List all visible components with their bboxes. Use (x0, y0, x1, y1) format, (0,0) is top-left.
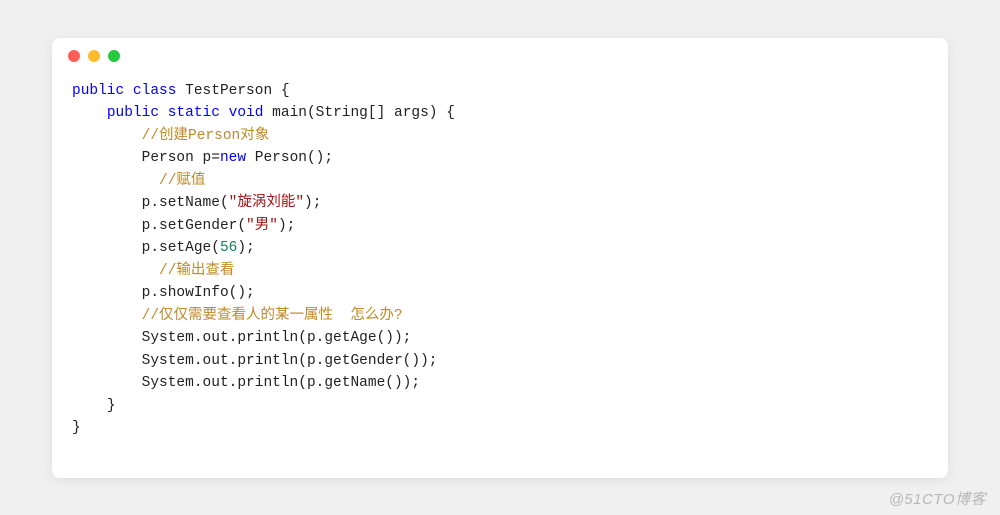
code-line: public static void main(String[] args) { (72, 105, 455, 121)
code-line: System.out.println(p.getName()); (72, 375, 420, 391)
code-line: p.setAge(56); (72, 240, 255, 256)
code-line: //赋值 (72, 173, 205, 189)
code-line: p.setGender("男"); (72, 218, 295, 234)
code-line: } (72, 420, 81, 436)
minimize-icon[interactable] (88, 50, 100, 62)
code-line: public class TestPerson { (72, 83, 290, 99)
code-line: //输出查看 (72, 263, 234, 279)
code-line: p.showInfo(); (72, 285, 255, 301)
code-line: } (72, 398, 116, 414)
window-titlebar (52, 38, 948, 74)
code-area[interactable]: public class TestPerson { public static … (52, 74, 948, 478)
code-window: public class TestPerson { public static … (52, 38, 948, 478)
code-line: p.setName("旋涡刘能"); (72, 195, 321, 211)
code-line: System.out.println(p.getGender()); (72, 353, 437, 369)
watermark: @51CTO博客 (889, 488, 986, 509)
code-line: //创建Person对象 (72, 128, 269, 144)
code-line: System.out.println(p.getAge()); (72, 330, 411, 346)
code-block: public class TestPerson { public static … (72, 80, 948, 440)
code-line: Person p=new Person(); (72, 150, 333, 166)
maximize-icon[interactable] (108, 50, 120, 62)
close-icon[interactable] (68, 50, 80, 62)
code-line: //仅仅需要查看人的某一属性 怎么办? (72, 308, 403, 324)
